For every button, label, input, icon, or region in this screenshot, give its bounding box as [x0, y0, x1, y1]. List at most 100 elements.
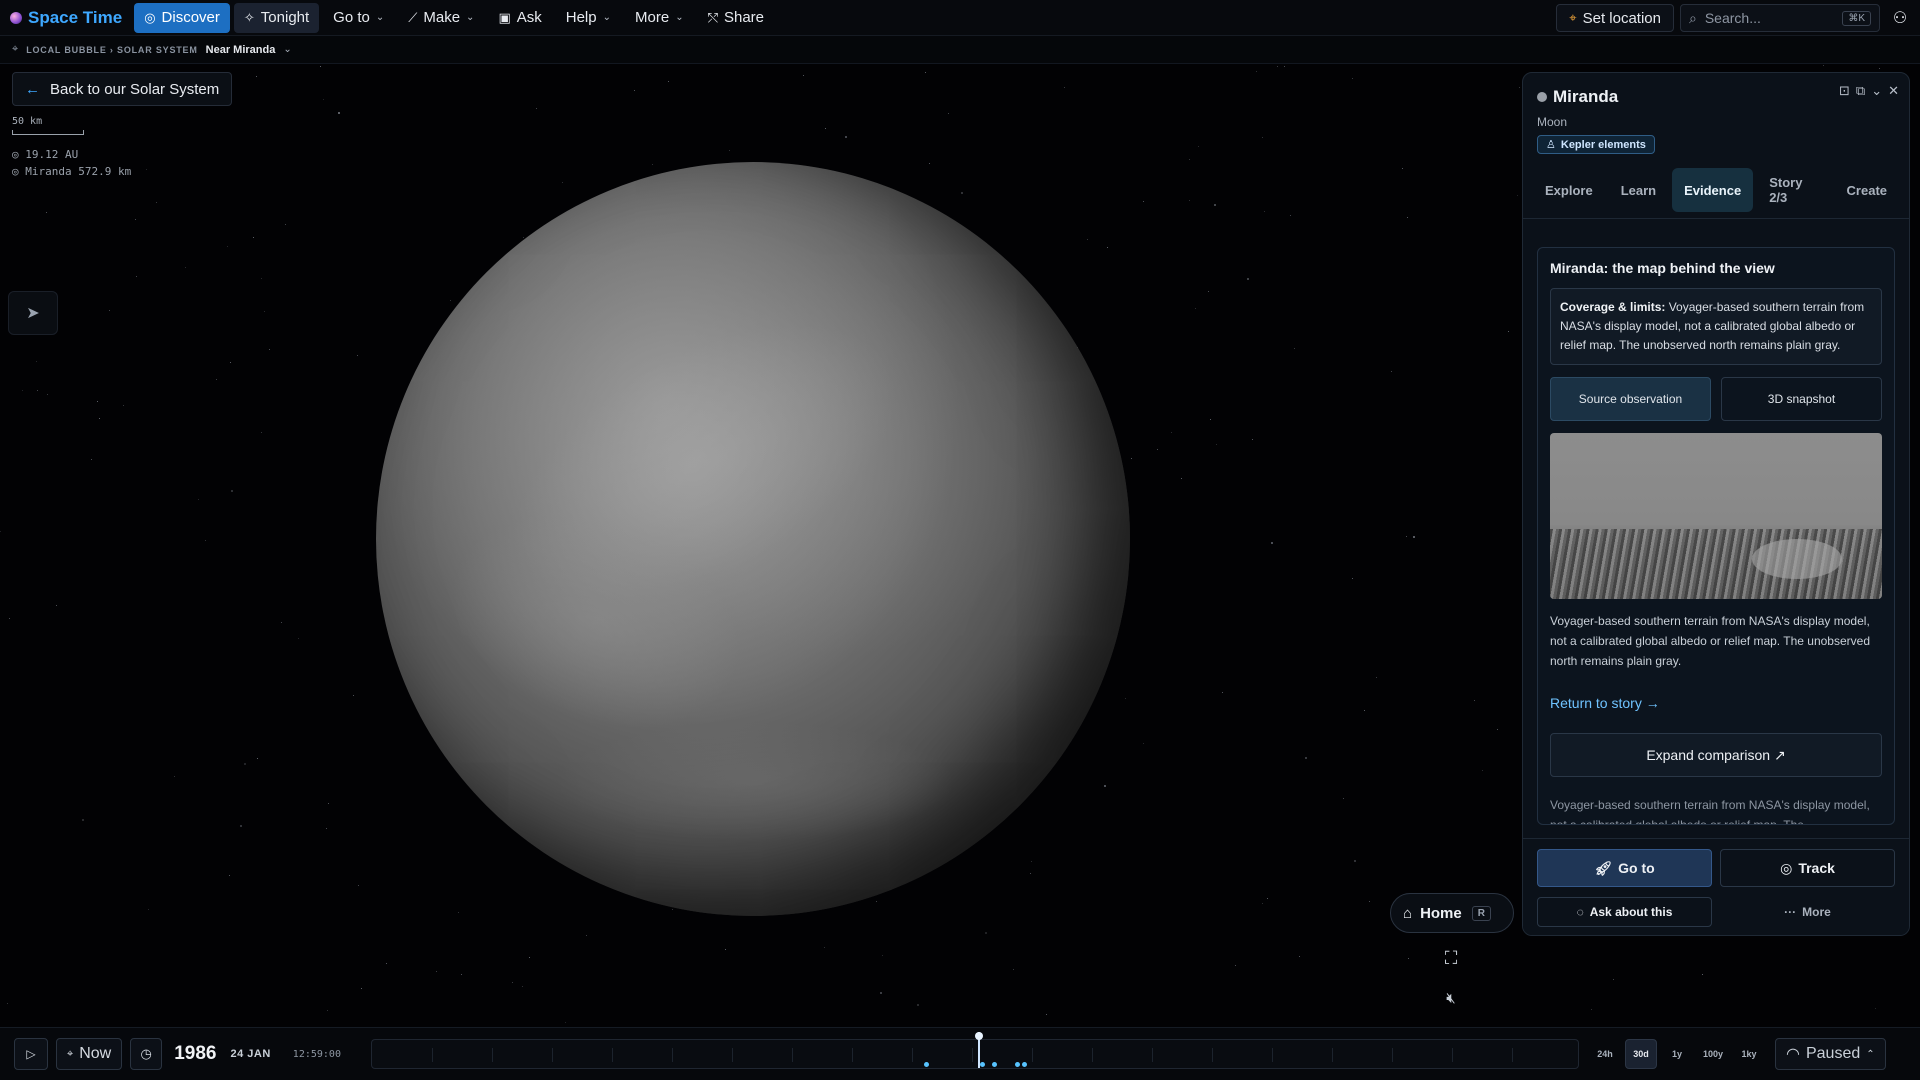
playback-status[interactable]: ◠ Paused ⌃ [1775, 1038, 1886, 1070]
nav-tonight-label: Tonight [260, 9, 310, 26]
panel-actions: 🚀︎ Go to ◎ Track ◌ Ask about this ··· Mo… [1523, 838, 1909, 935]
tab-learn[interactable]: Learn [1609, 168, 1668, 212]
pointer-tool-button[interactable]: ➤ [8, 291, 58, 335]
tab-create[interactable]: Create [1835, 168, 1899, 212]
set-location-button[interactable]: ⌖ Set location [1556, 4, 1674, 32]
kepler-badge[interactable]: ♙ Kepler elements [1537, 135, 1655, 154]
star [1299, 956, 1300, 957]
star [1879, 68, 1880, 69]
nav-ask-button[interactable]: ▣ Ask [488, 3, 551, 33]
star [82, 819, 84, 821]
star [36, 361, 37, 362]
nav-goto-label: Go to [333, 9, 370, 26]
timeline-event-marker[interactable] [991, 1062, 997, 1067]
breadcrumb-path[interactable]: LOCAL BUBBLE › SOLAR SYSTEM [26, 45, 197, 55]
evidence-title: Miranda: the map behind the view [1550, 260, 1775, 276]
return-to-story-link[interactable]: Return to story → [1550, 695, 1882, 711]
search-input[interactable]: ⌕ Search... ⌘K [1680, 4, 1880, 32]
timeline-event-marker[interactable] [979, 1062, 985, 1067]
timeline-tick [1271, 1048, 1273, 1062]
star [269, 349, 270, 350]
timeline-event-marker[interactable] [1014, 1062, 1020, 1067]
source-observation-button[interactable]: Source observation [1550, 377, 1711, 421]
star [298, 638, 299, 639]
zoom-30d[interactable]: 30d [1624, 1039, 1657, 1069]
chevron-down-icon[interactable]: ⌄ [283, 44, 291, 55]
close-icon[interactable]: ✕ [1888, 83, 1899, 99]
copy-icon[interactable]: ⧉ [1856, 83, 1865, 99]
goto-button[interactable]: 🚀︎ Go to [1537, 849, 1712, 887]
timeline-event-marker[interactable] [1021, 1062, 1027, 1067]
object-type: Moon [1537, 115, 1568, 129]
nav-share-button[interactable]: ⤲ Share [698, 3, 774, 33]
breadcrumb: ⌖ LOCAL BUBBLE › SOLAR SYSTEM Near Miran… [0, 36, 1920, 64]
pin-panel-icon[interactable]: ⊡ [1839, 83, 1850, 99]
timeline-tick [851, 1048, 853, 1062]
nav-goto-menu[interactable]: Go to ⌄ [323, 3, 394, 33]
star [948, 113, 949, 114]
nav-tonight-button[interactable]: ✧ Tonight [233, 2, 320, 33]
tab-evidence[interactable]: Evidence [1672, 168, 1754, 212]
terrain-map-image[interactable] [1550, 433, 1882, 599]
more-actions-button[interactable]: ··· More [1720, 897, 1895, 927]
nav-make-menu[interactable]: ⟋ Make ⌄ [398, 3, 484, 33]
object-info-panel: Miranda Moon ♙ Kepler elements ⊡ ⧉ ⌄ ✕ E… [1522, 72, 1910, 936]
top-right-controls: ⌖ Set location ⌕ Search... ⌘K ⚇ [1556, 0, 1920, 36]
now-button[interactable]: ⌖ Now [56, 1038, 123, 1070]
star [148, 909, 149, 910]
mute-icon[interactable]: 🔇︎ [1440, 990, 1462, 1012]
clock-icon: ◷ [140, 1046, 152, 1061]
person-icon: ♙ [1546, 139, 1556, 151]
star [1189, 200, 1190, 201]
star [0, 531, 1, 532]
star [156, 202, 157, 203]
tab-story[interactable]: Story 2/3 [1757, 168, 1830, 212]
zoom-24h[interactable]: 24h [1589, 1039, 1621, 1069]
timeline-tick [971, 1048, 973, 1062]
zoom-1ky[interactable]: 1ky [1733, 1039, 1765, 1069]
star [1391, 371, 1392, 372]
star [240, 825, 242, 827]
star [1171, 432, 1172, 433]
zoom-100y[interactable]: 100y [1697, 1039, 1729, 1069]
miranda-moon[interactable] [376, 162, 1130, 916]
fullscreen-icon[interactable]: ⛶ [1440, 948, 1462, 970]
breadcrumb-current[interactable]: Near Miranda [206, 44, 276, 56]
user-icon[interactable]: ⚇ [1880, 8, 1920, 28]
star [458, 912, 459, 913]
scale-label: 50 km [12, 116, 43, 127]
timeline-tick [731, 1048, 733, 1062]
tab-explore[interactable]: Explore [1533, 168, 1605, 212]
collapse-icon[interactable]: ⌄ [1871, 83, 1882, 99]
timeline-track[interactable] [370, 1032, 1579, 1069]
distance-sun: ◎ 19.12 AU [12, 148, 79, 161]
expand-comparison-button[interactable]: Expand comparison ↗ [1550, 733, 1882, 777]
star [1271, 542, 1273, 544]
star [1875, 1008, 1876, 1009]
home-button[interactable]: ⌂ Home R [1390, 893, 1514, 933]
target-icon: ◎ [1780, 859, 1793, 876]
brand[interactable]: Space Time [0, 8, 122, 28]
star [1267, 898, 1268, 899]
timeline-event-marker[interactable] [923, 1062, 929, 1067]
star [261, 432, 262, 433]
nav-more-menu[interactable]: More ⌄ [625, 3, 694, 33]
nav-discover-button[interactable]: ◎ Discover [134, 2, 230, 33]
ask-about-this-button[interactable]: ◌ Ask about this [1537, 897, 1712, 927]
track-button[interactable]: ◎ Track [1720, 849, 1895, 887]
back-to-solar-system-button[interactable]: ← Back to our Solar System [12, 72, 233, 106]
star [1181, 478, 1182, 479]
star [253, 237, 254, 238]
search-placeholder: Search... [1704, 10, 1761, 26]
more-label: More [1802, 905, 1831, 919]
star [146, 169, 147, 170]
set-location-label: Set location [1582, 9, 1661, 27]
timeline-year[interactable]: 1986 [174, 1043, 216, 1065]
speed-icon: ◠ [1786, 1046, 1800, 1063]
nav-help-menu[interactable]: Help ⌄ [556, 3, 621, 33]
zoom-1y[interactable]: 1y [1661, 1039, 1693, 1069]
history-button[interactable]: ◷ [130, 1038, 163, 1070]
play-button[interactable]: ▷ [14, 1038, 48, 1070]
3d-snapshot-button[interactable]: 3D snapshot [1721, 377, 1882, 421]
evidence-caption: Voyager-based southern terrain from NASA… [1550, 614, 1870, 668]
